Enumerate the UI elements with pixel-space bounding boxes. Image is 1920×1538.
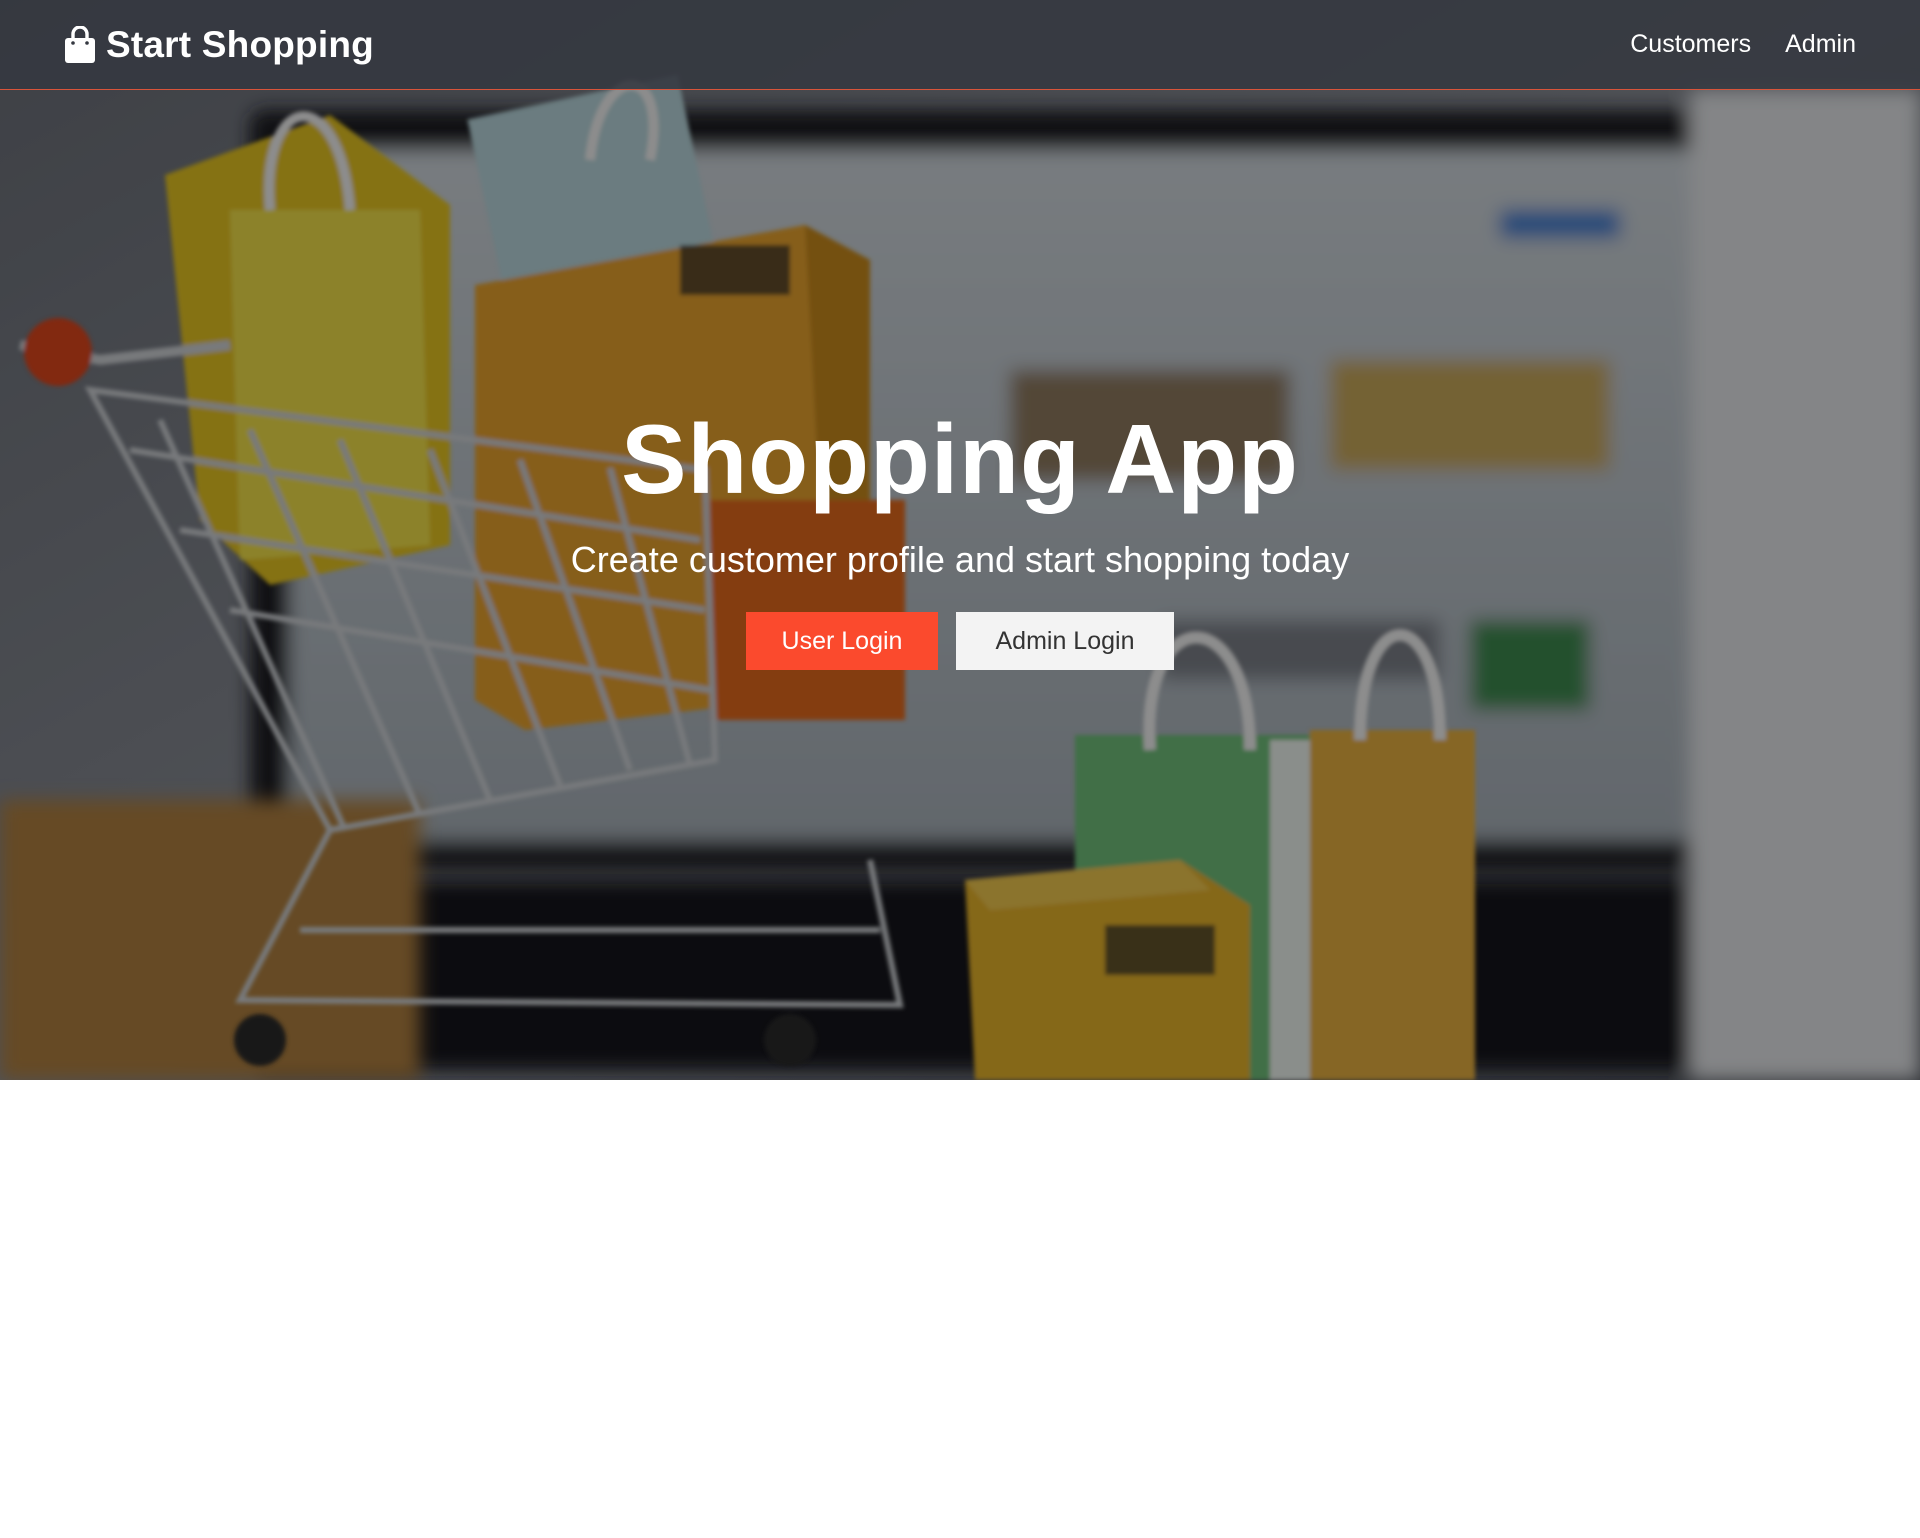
hero-title: Shopping App — [621, 404, 1299, 514]
page: Shopping App Create customer profile and… — [0, 0, 1920, 1538]
brand-label: Start Shopping — [106, 23, 374, 65]
shopping-bag-icon — [64, 25, 96, 64]
hero-subtitle: Create customer profile and start shoppi… — [570, 539, 1350, 580]
admin-login-button[interactable]: Admin Login — [956, 612, 1174, 670]
nav-link-customers[interactable]: Customers — [1630, 30, 1751, 59]
hero-content: Shopping App Create customer profile and… — [0, 400, 1920, 670]
hero-button-row: User Login Admin Login — [0, 612, 1920, 670]
brand-link[interactable]: Start Shopping — [64, 24, 374, 66]
top-navbar: Start Shopping Customers Admin — [0, 0, 1920, 90]
nav-links: Customers Admin — [1630, 30, 1856, 59]
user-login-button[interactable]: User Login — [746, 612, 938, 670]
hero-section: Shopping App Create customer profile and… — [0, 0, 1920, 1080]
nav-link-admin[interactable]: Admin — [1785, 30, 1856, 59]
